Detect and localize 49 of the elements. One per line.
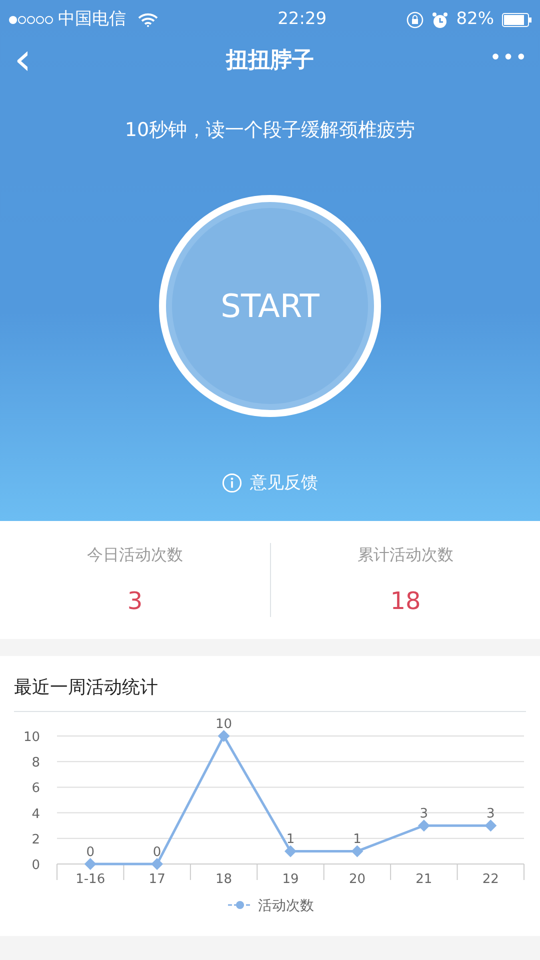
y-axis-label: 0 [32, 858, 40, 873]
carrier-name: 中国电信 [58, 8, 126, 32]
chart-title: 最近一周活动统计 [14, 656, 526, 712]
more-button[interactable]: ••• [490, 42, 528, 72]
y-axis-label: 8 [32, 756, 40, 771]
stat-value: 3 [126, 586, 144, 617]
data-point [284, 845, 296, 858]
data-point [351, 845, 364, 858]
x-axis-label: 18 [216, 872, 232, 887]
y-axis-label: 6 [32, 781, 40, 796]
y-axis-label: 10 [23, 730, 40, 745]
data-point [484, 820, 497, 832]
data-point [418, 820, 430, 832]
legend-marker [228, 901, 252, 909]
stat-label: 今日活动次数 [86, 544, 184, 566]
start-button[interactable]: START [172, 208, 368, 404]
page-title: 扭扭脖子 [226, 46, 314, 74]
y-axis-label: 4 [32, 806, 40, 822]
signal-icon [8, 15, 54, 25]
x-axis-label: 21 [416, 872, 432, 887]
alarm-icon [432, 12, 448, 28]
data-label: 3 [420, 806, 428, 822]
clock-time: 22:29 [278, 8, 327, 32]
data-label: 3 [486, 806, 495, 822]
rotation-lock-icon [406, 11, 424, 29]
x-axis-label: 22 [482, 872, 499, 887]
battery-icon [502, 13, 532, 27]
data-point [84, 858, 96, 870]
x-axis-label: 17 [148, 872, 166, 887]
back-button[interactable]: ‹ [14, 38, 32, 82]
data-label: 10 [216, 717, 232, 732]
x-axis-label: 19 [282, 872, 299, 887]
x-axis-label: 20 [348, 872, 366, 887]
battery-percent: 82% [456, 8, 494, 32]
legend-label: 活动次数 [258, 898, 314, 914]
y-axis-label: 2 [32, 832, 40, 848]
x-axis-label: 1-16 [76, 872, 106, 887]
wifi-icon [138, 13, 158, 27]
data-label: 0 [152, 845, 162, 860]
subtitle: 10秒钟，读一个段子缓解颈椎疲劳 [124, 118, 416, 143]
data-label: 0 [86, 845, 94, 860]
data-label: 1 [353, 832, 362, 848]
data-label: 1 [286, 832, 295, 848]
data-point [151, 858, 164, 870]
stat-value: 18 [389, 586, 422, 617]
feedback-link[interactable]: 意见反馈 [250, 470, 318, 496]
data-point [218, 730, 230, 742]
stat-label: 累计活动次数 [356, 544, 454, 566]
info-icon [222, 473, 242, 494]
